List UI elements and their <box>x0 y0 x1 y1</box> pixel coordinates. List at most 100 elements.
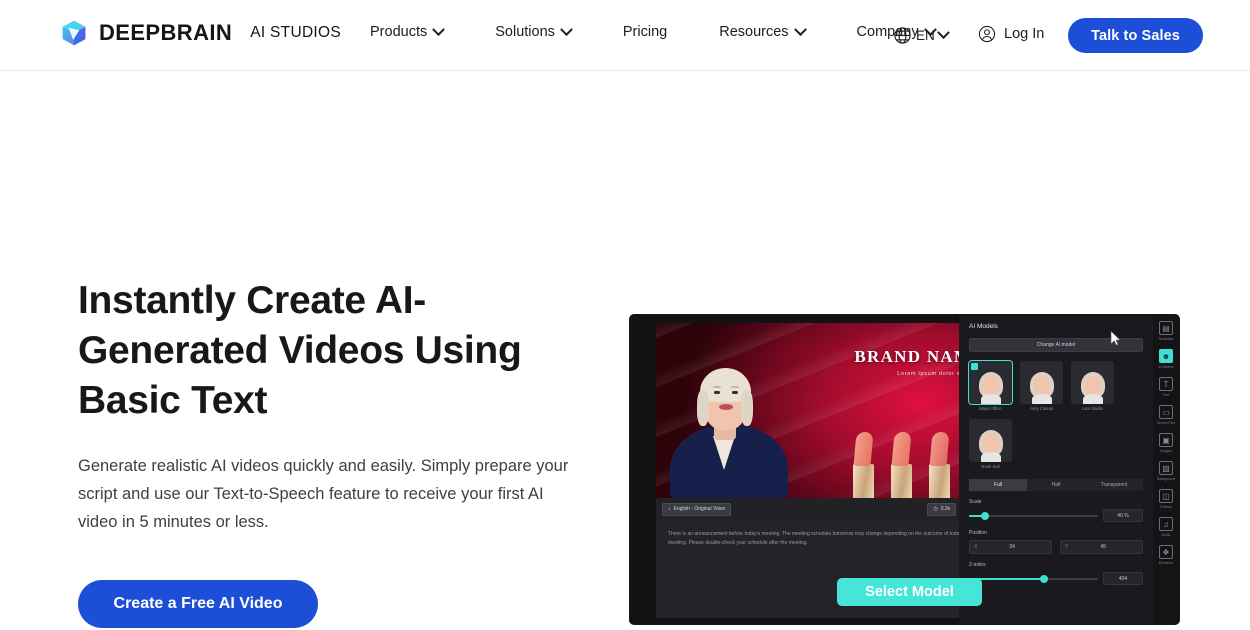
frame-icon: ◫ <box>1159 489 1173 503</box>
ai-presenter <box>664 326 794 498</box>
video-preview: BRAND NAME Lorem ipsum dolor sit a met <box>656 323 996 498</box>
voice-chip-label: English - Original Voice <box>673 506 726 512</box>
rail-label: Background <box>1156 477 1176 481</box>
position-x-field[interactable]: X 24 <box>969 540 1052 554</box>
rail-item-text[interactable]: T Text <box>1155 377 1177 397</box>
model-label: Maya Office <box>979 406 1002 411</box>
user-circle-icon <box>978 25 996 43</box>
main-nav: Products Solutions Pricing Resources Com… <box>370 22 937 40</box>
hero-subtitle: Generate realistic AI videos quickly and… <box>78 457 569 531</box>
image-icon: ▣ <box>1159 433 1173 447</box>
background-icon: ▨ <box>1159 461 1173 475</box>
create-free-ai-video-button[interactable]: Create a Free AI Video <box>78 580 318 628</box>
model-thumb <box>969 419 1012 462</box>
language-label: EN <box>916 28 935 43</box>
duration-chip[interactable]: ◷ 0.3s <box>927 502 957 516</box>
page-title: Instantly Create AI-Generated Videos Usi… <box>78 279 522 422</box>
brand-subtitle: AI STUDIOS <box>250 24 342 41</box>
talk-to-sales-button[interactable]: Talk to Sales <box>1068 18 1203 53</box>
zindex-label: Z-index <box>969 562 986 568</box>
scale-value[interactable]: 40 % <box>1103 509 1143 522</box>
model-cell[interactable]: Amy Casual <box>1020 361 1063 411</box>
nav-label: Pricing <box>622 24 668 40</box>
chevron-down-icon <box>793 22 807 36</box>
rail-label: Images <box>1160 449 1172 453</box>
editor-stage: BRAND NAME Lorem ipsum dolor sit a met ♪… <box>656 323 996 618</box>
rail-label: AI Models <box>1158 365 1174 369</box>
scale-slider-row: 40 % <box>969 509 1143 522</box>
rail-item-frames[interactable]: ◫ Frames <box>1155 489 1177 509</box>
tab-half[interactable]: Half <box>1027 479 1085 491</box>
model-label: Amy Casual <box>1030 406 1053 411</box>
brand-logo[interactable]: DEEPBRAIN AI STUDIOS <box>60 19 341 47</box>
editor-icon-rail: ▤ Templates ☻ AI Models T Text ▭ Screen … <box>1153 315 1179 624</box>
position-x-value: 24 <box>1009 544 1015 550</box>
rail-label: Screen Play <box>1156 421 1176 425</box>
language-selector[interactable]: EN <box>893 26 950 45</box>
hero-copy: Instantly Create AI-Generated Videos Usi… <box>78 276 598 630</box>
rail-item-screen-play[interactable]: ▭ Screen Play <box>1155 405 1177 425</box>
nav-item-solutions[interactable]: Solutions <box>495 22 573 40</box>
position-y-value: 45 <box>1100 544 1106 550</box>
position-label: Position <box>969 530 987 536</box>
voice-icon: ♪ <box>668 506 671 512</box>
rail-label: Elements <box>1158 561 1174 565</box>
duration-chip-label: 0.3s <box>940 506 951 512</box>
model-label: Lisa Studio <box>1082 406 1103 411</box>
nav-label: Solutions <box>495 24 555 40</box>
model-thumb <box>968 360 1013 405</box>
rail-label: Frames <box>1160 505 1172 509</box>
login-button[interactable]: Log In <box>978 25 1044 43</box>
nav-item-resources[interactable]: Resources <box>719 22 807 40</box>
chevron-down-icon <box>432 22 446 36</box>
hero-section: Instantly Create AI-Generated Videos Usi… <box>0 71 1250 630</box>
model-thumb <box>1071 361 1114 404</box>
tab-transparent[interactable]: Transparent <box>1085 479 1143 491</box>
model-thumb <box>1020 361 1063 404</box>
site-header: DEEPBRAIN AI STUDIOS Products Solutions … <box>0 0 1250 71</box>
scale-slider[interactable] <box>969 511 1098 520</box>
voice-selector-chip[interactable]: ♪ English - Original Voice <box>662 502 732 516</box>
clock-icon: ◷ <box>933 506 938 512</box>
rail-label: Templates <box>1158 337 1174 341</box>
position-y-field[interactable]: Y 45 <box>1060 540 1143 554</box>
product-screenshot-mockup: BRAND NAME Lorem ipsum dolor sit a met ♪… <box>629 314 1180 625</box>
scale-label: Scale <box>969 499 982 505</box>
elements-icon: ❖ <box>1159 545 1173 559</box>
chevron-down-icon <box>936 26 950 40</box>
text-icon: T <box>1159 377 1173 391</box>
model-cell[interactable]: Maya Office <box>968 360 1013 411</box>
panel-title: AI Models <box>969 323 998 330</box>
zindex-value[interactable]: 404 <box>1103 572 1143 585</box>
axis-x-label: X <box>974 544 978 550</box>
nav-label: Products <box>370 24 428 40</box>
screen-icon: ▭ <box>1159 405 1173 419</box>
rail-item-audio[interactable]: ♫ Audio <box>1155 517 1177 537</box>
template-icon: ▤ <box>1159 321 1173 335</box>
selected-check-icon <box>971 363 978 370</box>
rail-item-templates[interactable]: ▤ Templates <box>1155 321 1177 341</box>
avatar-icon: ☻ <box>1159 349 1173 363</box>
nav-item-products[interactable]: Products <box>370 22 446 40</box>
cube-logo-icon <box>60 19 88 47</box>
rail-label: Text <box>1162 393 1170 397</box>
rail-item-ai-models[interactable]: ☻ AI Models <box>1155 349 1177 369</box>
ai-models-panel: AI Models Change AI model Maya Office Am… <box>959 315 1153 624</box>
model-cell[interactable]: Noah Suit <box>969 419 1012 469</box>
rail-item-elements[interactable]: ❖ Elements <box>1155 545 1177 565</box>
zindex-slider[interactable] <box>969 574 1098 583</box>
nav-label: Resources <box>719 24 789 40</box>
zindex-slider-row: 404 <box>969 572 1143 585</box>
select-model-button[interactable]: Select Model <box>837 578 982 606</box>
rail-item-background[interactable]: ▨ Background <box>1155 461 1177 481</box>
globe-icon <box>893 26 912 45</box>
rail-item-images[interactable]: ▣ Images <box>1155 433 1177 453</box>
model-grid: Maya Office Amy Casual Lisa Studio Noah … <box>968 360 1143 469</box>
brand-word: DEEPBRAIN <box>99 20 233 45</box>
position-row: X 24 Y 45 <box>969 540 1143 554</box>
pose-tabs: Full Half Transparent <box>969 479 1143 491</box>
nav-item-pricing[interactable]: Pricing <box>623 24 667 40</box>
tab-full[interactable]: Full <box>969 479 1027 491</box>
model-cell[interactable]: Lisa Studio <box>1071 361 1114 411</box>
scene-toolbar: ♪ English - Original Voice ◷ 0.3s ◷ 1.4s <box>656 498 996 520</box>
